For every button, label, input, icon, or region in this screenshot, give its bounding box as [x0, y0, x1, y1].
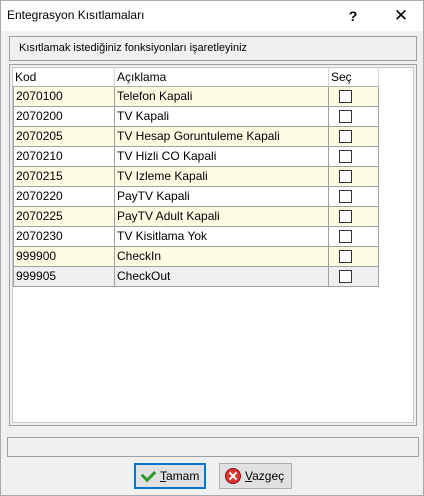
- header-select[interactable]: Seç: [329, 68, 379, 87]
- cell-select: [329, 267, 379, 286]
- window-title: Entegrasyon Kısıtlamaları: [7, 8, 145, 22]
- grid-header: Kod Açıklama Seç: [13, 68, 379, 87]
- cell-description: TV Hesap Goruntuleme Kapali: [115, 127, 329, 146]
- cell-select: [329, 227, 379, 246]
- instruction-text: Kısıtlamak istediğiniz fonksiyonları işa…: [19, 42, 248, 54]
- table-row[interactable]: 2070215 TV Izleme Kapali: [13, 167, 379, 187]
- cell-code: 2070225: [13, 207, 115, 226]
- cell-select: [329, 187, 379, 206]
- cancel-button[interactable]: Vazgeç: [219, 463, 292, 489]
- cell-description: CheckIn: [115, 247, 329, 266]
- cell-select: [329, 147, 379, 166]
- table-row[interactable]: 2070230 TV Kisitlama Yok: [13, 227, 379, 247]
- cell-select: [329, 87, 379, 106]
- select-checkbox[interactable]: [339, 250, 352, 263]
- cell-code: 2070210: [13, 147, 115, 166]
- cancel-icon: [225, 468, 241, 484]
- restrictions-grid-frame: Kod Açıklama Seç 2070100 Telefon Kapali 20…: [9, 64, 417, 426]
- title-bar: Entegrasyon Kısıtlamaları ? ✕: [1, 1, 423, 31]
- cell-select: [329, 107, 379, 126]
- help-button[interactable]: ?: [331, 1, 375, 31]
- cell-code: 2070230: [13, 227, 115, 246]
- table-row[interactable]: 999905 CheckOut: [13, 267, 379, 287]
- cell-select: [329, 247, 379, 266]
- select-checkbox[interactable]: [339, 270, 352, 283]
- cell-code: 999900: [13, 247, 115, 266]
- dialog-window: Entegrasyon Kısıtlamaları ? ✕ Kısıtlamak…: [0, 0, 424, 496]
- instruction-panel: Kısıtlamak istediğiniz fonksiyonları işa…: [9, 36, 417, 61]
- table-row[interactable]: 999900 CheckIn: [13, 247, 379, 267]
- cell-code: 2070100: [13, 87, 115, 106]
- cell-code: 2070205: [13, 127, 115, 146]
- cell-select: [329, 207, 379, 226]
- cell-description: TV Hizli CO Kapali: [115, 147, 329, 166]
- ok-button-label: Tamam: [160, 469, 199, 483]
- ok-rest: amam: [166, 469, 200, 483]
- select-checkbox[interactable]: [339, 130, 352, 143]
- cell-description: TV Kisitlama Yok: [115, 227, 329, 246]
- select-checkbox[interactable]: [339, 110, 352, 123]
- table-row[interactable]: 2070100 Telefon Kapali: [13, 87, 379, 107]
- table-row[interactable]: 2070220 PayTV Kapali: [13, 187, 379, 207]
- select-checkbox[interactable]: [339, 90, 352, 103]
- cell-code: 2070200: [13, 107, 115, 126]
- cancel-button-label: Vazgeç: [245, 469, 284, 483]
- select-checkbox[interactable]: [339, 210, 352, 223]
- cell-code: 2070220: [13, 187, 115, 206]
- cell-description: TV Kapali: [115, 107, 329, 126]
- cell-code: 2070215: [13, 167, 115, 186]
- table-row[interactable]: 2070205 TV Hesap Goruntuleme Kapali: [13, 127, 379, 147]
- header-code[interactable]: Kod: [13, 68, 115, 87]
- select-checkbox[interactable]: [339, 190, 352, 203]
- status-panel: [7, 437, 419, 457]
- check-icon: [140, 468, 156, 484]
- table-row[interactable]: 2070225 PayTV Adult Kapali: [13, 207, 379, 227]
- table-row[interactable]: 2070200 TV Kapali: [13, 107, 379, 127]
- cell-description: Telefon Kapali: [115, 87, 329, 106]
- cancel-rest: azgeç: [252, 469, 285, 483]
- select-checkbox[interactable]: [339, 150, 352, 163]
- cell-select: [329, 127, 379, 146]
- cell-description: TV Izleme Kapali: [115, 167, 329, 186]
- header-description[interactable]: Açıklama: [115, 68, 329, 87]
- cell-select: [329, 167, 379, 186]
- restrictions-grid[interactable]: Kod Açıklama Seç 2070100 Telefon Kapali 20…: [12, 67, 414, 423]
- cell-description: PayTV Kapali: [115, 187, 329, 206]
- cell-code: 999905: [13, 267, 115, 286]
- grid-rows: 2070100 Telefon Kapali 2070200 TV Kapali 207…: [13, 87, 379, 287]
- ok-button[interactable]: Tamam: [134, 463, 206, 489]
- cell-description: PayTV Adult Kapali: [115, 207, 329, 226]
- cell-description: CheckOut: [115, 267, 329, 286]
- select-checkbox[interactable]: [339, 170, 352, 183]
- table-row[interactable]: 2070210 TV Hizli CO Kapali: [13, 147, 379, 167]
- close-button[interactable]: ✕: [379, 1, 423, 31]
- select-checkbox[interactable]: [339, 230, 352, 243]
